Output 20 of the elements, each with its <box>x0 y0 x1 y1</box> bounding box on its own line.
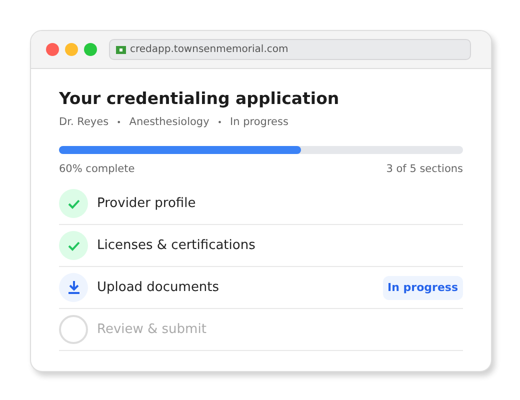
meta-text: Anesthesiology <box>129 114 210 130</box>
section-count: 3 of 5 sections <box>386 162 463 177</box>
step-row[interactable]: Provider profile <box>59 183 463 226</box>
step-row[interactable]: Licenses & certifications <box>59 225 463 268</box>
page-title: Your credentialing application <box>59 89 340 109</box>
step-label: Review & submit <box>97 321 206 340</box>
separator-dot: • <box>217 116 222 129</box>
address-bar[interactable]: credapp.townsenmemorial.com <box>109 39 471 60</box>
minimize-icon[interactable] <box>65 43 78 56</box>
meta-text: In progress <box>230 114 288 130</box>
meta-text: Dr. Reyes <box>59 114 109 130</box>
step-label: Provider profile <box>97 195 196 214</box>
step-label: Licenses & certifications <box>97 237 256 256</box>
step-row[interactable]: Upload documents In progress <box>59 267 463 310</box>
step-label: Upload documents <box>97 279 220 298</box>
status-badge: In progress <box>382 276 463 300</box>
separator-dot: • <box>116 116 122 129</box>
close-icon[interactable] <box>46 43 59 56</box>
progress-label: 60% complete <box>59 162 135 177</box>
maximize-icon[interactable] <box>84 43 97 56</box>
